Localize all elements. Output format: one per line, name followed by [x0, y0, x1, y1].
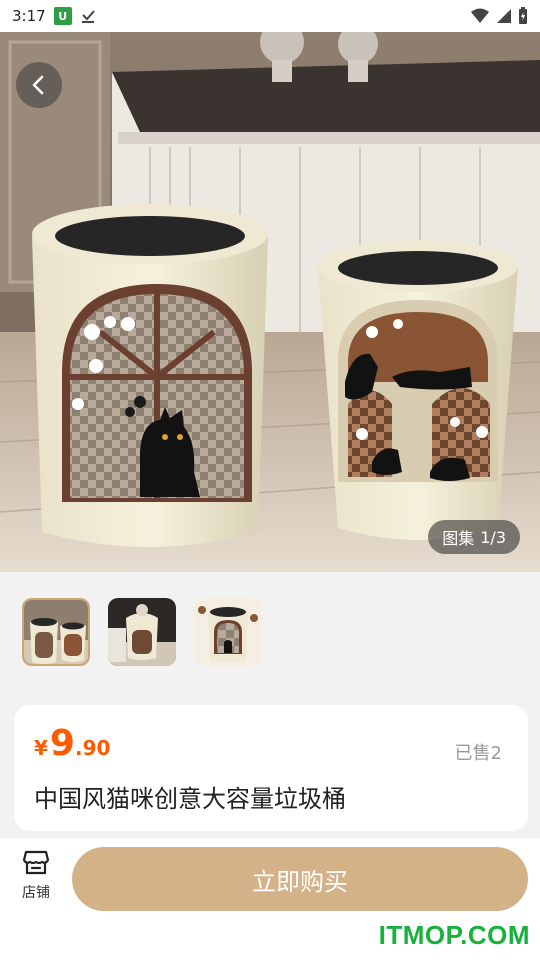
status-time: 3:17 — [12, 7, 46, 25]
gallery-counter[interactable]: 图集 1/3 — [428, 520, 520, 554]
back-button[interactable] — [16, 62, 62, 108]
watermark: ITMOP.COM — [378, 920, 530, 950]
shop-button[interactable]: 店铺 — [12, 848, 60, 908]
thumbnail-3[interactable] — [194, 598, 262, 666]
product-photo — [0, 32, 540, 572]
buy-now-button[interactable]: 立即购买 — [72, 847, 528, 911]
status-bar: 3:17 U — [0, 0, 540, 32]
wifi-icon — [471, 8, 489, 23]
app-notification-icon: U — [53, 7, 72, 25]
thumbnail-image — [108, 598, 176, 666]
product-info-card: ¥ 9 .90 已售2 中国风猫咪创意大容量垃圾桶 — [14, 705, 528, 831]
thumbnail-1[interactable] — [22, 598, 90, 666]
product-title: 中国风猫咪创意大容量垃圾桶 — [34, 785, 346, 813]
product-hero-image[interactable]: 图集 1/3 — [0, 32, 540, 572]
price-currency: ¥ — [34, 736, 48, 760]
thumbnail-image — [24, 600, 88, 664]
gallery-counter-value: 1/3 — [480, 527, 506, 547]
store-icon — [22, 850, 50, 875]
thumbnail-image — [194, 598, 262, 666]
thumbnail-strip — [0, 572, 540, 690]
chevron-left-icon — [32, 75, 44, 95]
battery-icon — [519, 7, 527, 24]
shop-label: 店铺 — [22, 885, 50, 901]
cell-signal-icon — [497, 9, 511, 23]
price-integer: 9 — [49, 723, 75, 764]
price-decimal: .90 — [74, 736, 111, 760]
price: ¥ 9 .90 — [34, 723, 110, 764]
thumbnail-2[interactable] — [108, 598, 176, 666]
download-complete-icon — [81, 10, 95, 23]
gallery-counter-label: 图集 — [442, 529, 475, 548]
status-indicators — [470, 7, 528, 25]
bottom-action-bar: 店铺 立即购买 ITMOP.COM — [0, 838, 540, 960]
sold-count: 已售2 — [454, 743, 502, 764]
